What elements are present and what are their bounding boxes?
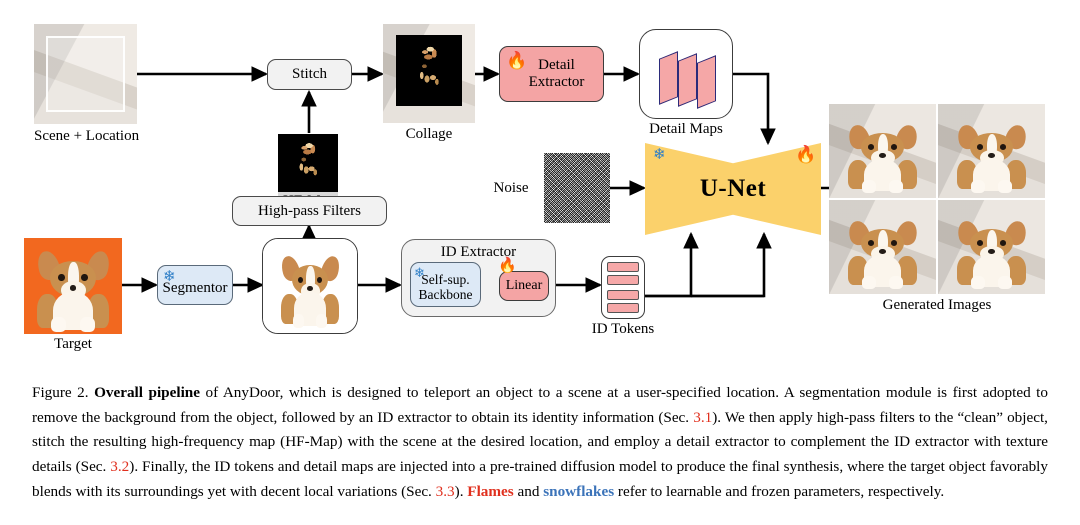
generated-image-1: [829, 104, 936, 198]
pipeline-diagram: Scene + Location Stitch HF-Map Collage 🔥…: [0, 0, 1080, 365]
id-token-bar: [607, 275, 639, 285]
collage-hf-layer: [395, 34, 463, 107]
segmentor-block[interactable]: ❄ Segmentor: [157, 265, 233, 305]
scene-photo: [34, 24, 137, 124]
high-pass-filters-label: High-pass Filters: [258, 202, 361, 219]
caption-part-4: ).: [454, 482, 468, 500]
caption-and: and: [513, 482, 544, 500]
scene-location-image: [34, 24, 137, 124]
target-image: [24, 238, 122, 334]
id-tokens-block[interactable]: [601, 256, 645, 319]
detail-extractor-label: Detail Extractor: [528, 57, 585, 90]
target-photo: [24, 238, 122, 334]
noise-photo: [544, 153, 610, 223]
generated-image-4: [938, 200, 1045, 294]
flame-icon: 🔥: [795, 145, 817, 164]
id-tokens-caption: ID Tokens: [591, 321, 655, 337]
flame-icon: 🔥: [498, 258, 517, 274]
scene-location-caption: Scene + Location: [34, 128, 140, 144]
noise-image: [544, 153, 610, 223]
legend-flames-word: Flames: [467, 482, 514, 500]
snowflake-icon: ❄: [653, 147, 666, 163]
feature-map-card: [678, 53, 697, 107]
collage-image: [383, 24, 475, 123]
unet-label: U-Net: [699, 175, 767, 202]
id-extractor-label: ID Extractor: [440, 244, 517, 260]
caption-part-5: refer to learnable and frozen parameters…: [614, 482, 945, 500]
self-sup-backbone-label: Self-sup. Backbone: [418, 271, 473, 302]
id-token-bar: [607, 290, 639, 300]
stitch-label: Stitch: [291, 66, 327, 83]
self-sup-backbone-block[interactable]: ❄ Self-sup. Backbone: [410, 262, 481, 307]
target-caption: Target: [54, 336, 92, 352]
section-ref-3-3[interactable]: 3.3: [436, 483, 455, 500]
legend-snowflakes-word: snowflakes: [543, 482, 615, 500]
snowflake-icon: ❄: [414, 265, 425, 280]
noise-caption: Noise: [493, 180, 529, 196]
snowflake-icon: ❄: [163, 269, 176, 285]
detail-maps-block[interactable]: [639, 29, 733, 119]
linear-block[interactable]: 🔥 Linear: [498, 259, 549, 301]
high-pass-filters-block[interactable]: High-pass Filters: [232, 196, 387, 226]
detail-maps-caption: Detail Maps: [649, 121, 723, 137]
clean-object-image: [262, 238, 358, 334]
linear-label: Linear: [505, 278, 543, 294]
feature-map-card: [659, 51, 678, 105]
hf-map-image: [278, 134, 338, 192]
hf-map-photo: [278, 134, 338, 192]
generated-images-caption: Generated Images: [882, 297, 992, 313]
section-ref-3-1[interactable]: 3.1: [693, 409, 712, 426]
generated-image-2: [938, 104, 1045, 198]
collage-caption: Collage: [405, 126, 453, 142]
generated-image-3: [829, 200, 936, 294]
id-token-bar: [607, 262, 639, 272]
id-token-bar: [607, 303, 639, 313]
location-bbox: [46, 36, 125, 112]
stitch-block[interactable]: Stitch: [267, 59, 352, 90]
figure-number: Figure 2.: [32, 384, 89, 401]
generated-images-grid: [829, 104, 1045, 294]
flame-icon: 🔥: [506, 51, 528, 70]
detail-extractor-block[interactable]: 🔥 Detail Extractor: [499, 46, 604, 102]
feature-map-card: [697, 55, 716, 109]
figure-bold-lead: Overall pipeline: [94, 384, 200, 401]
figure-caption: Figure 2. Overall pipeline of AnyDoor, w…: [32, 381, 1048, 504]
section-ref-3-2[interactable]: 3.2: [110, 458, 129, 475]
